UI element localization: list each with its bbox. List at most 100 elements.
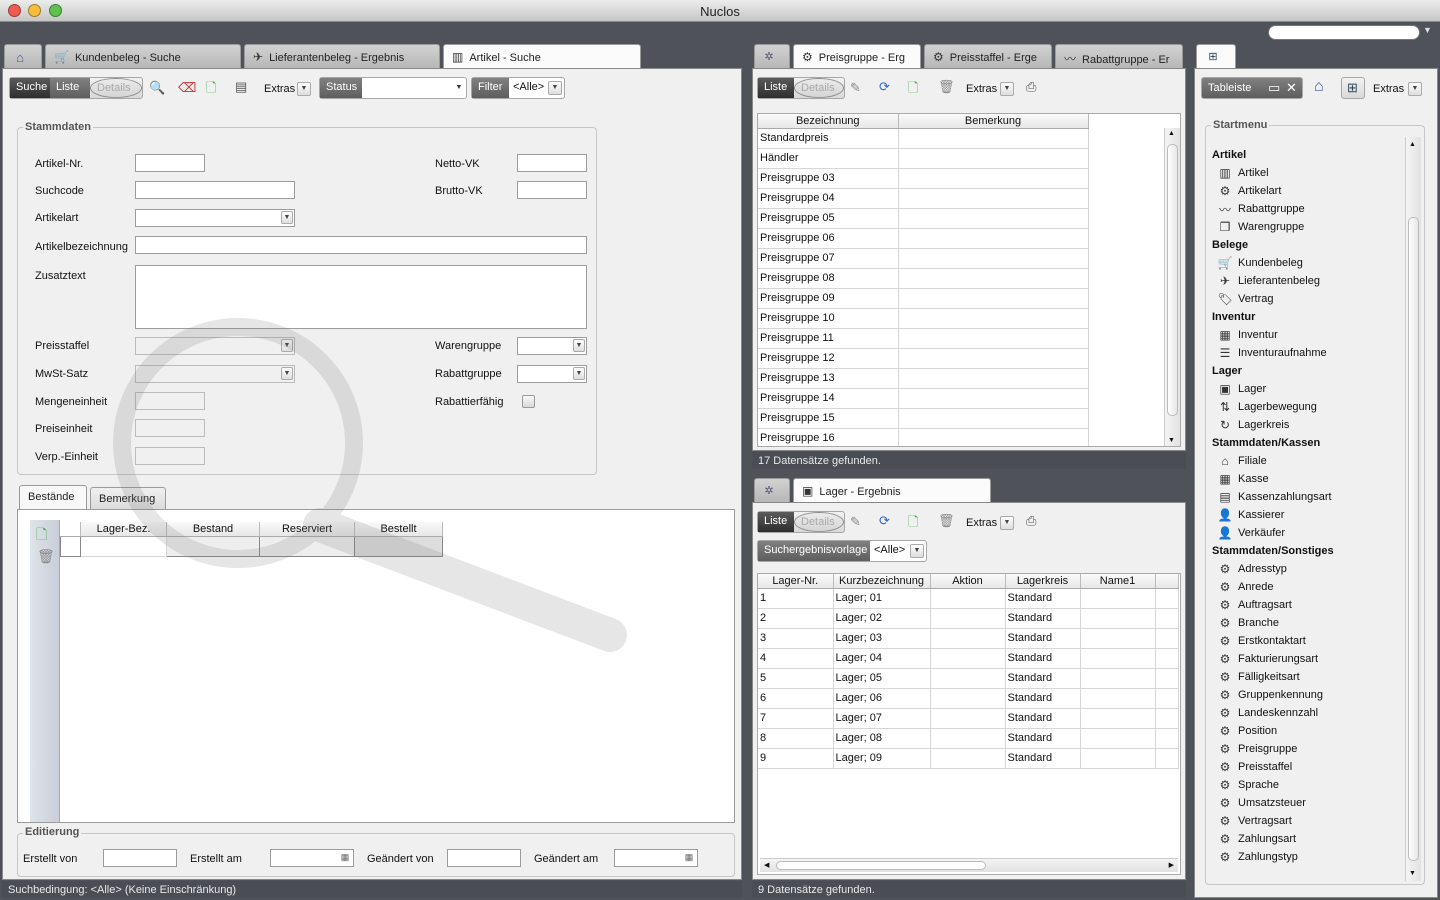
home-icon[interactable]: ⌂	[1314, 78, 1324, 96]
startmenu-group[interactable]: Lager	[1207, 362, 1407, 380]
startmenu-item[interactable]: ⚙ Landeskennzahl	[1207, 704, 1407, 722]
details-button[interactable]: Details	[794, 512, 844, 532]
startmenu-item[interactable]: ⚙ Position	[1207, 722, 1407, 740]
global-search-input[interactable]	[1268, 25, 1420, 40]
liste-button[interactable]: Liste	[758, 512, 794, 532]
table-row[interactable]: 7 Lager; 07 Standard	[758, 708, 1179, 729]
tableiste-toggle[interactable]: Tableiste ▭ ✕	[1201, 77, 1303, 99]
tab-preisgruppe-ergebnis[interactable]: ⚙ Preisgruppe - Erg	[793, 44, 921, 69]
table-row[interactable]: Preisgruppe 08	[758, 268, 1089, 289]
status-combo[interactable]: Status ▼	[319, 77, 467, 99]
scroll-thumb[interactable]	[1408, 217, 1419, 861]
search-icon[interactable]: 🔍	[149, 80, 165, 96]
verp-einheit-field[interactable]	[135, 447, 205, 465]
table-row[interactable]	[60, 535, 443, 557]
startmenu-item[interactable]: ▣ Lager	[1207, 380, 1407, 398]
search-dropdown-icon[interactable]: ▼	[1423, 25, 1432, 35]
tab-rabattgruppe-ergebnis[interactable]: 〰 Rabattgruppe - Er	[1055, 44, 1183, 68]
startmenu-item[interactable]: ⚙ Artikelart	[1207, 182, 1407, 200]
tab-bemerkung[interactable]: Bemerkung	[90, 487, 166, 509]
startmenu-item[interactable]: ⚙ Umsatzsteuer	[1207, 794, 1407, 812]
preisstaffel-combo[interactable]: ▼	[135, 337, 295, 355]
table-row[interactable]: 5 Lager; 05 Standard	[758, 668, 1179, 689]
netto-vk-field[interactable]	[517, 154, 587, 172]
startmenu-item[interactable]: ⌂ Filiale	[1207, 452, 1407, 470]
table-row[interactable]: 1 Lager; 01 Standard	[758, 588, 1179, 609]
startmenu-item[interactable]: ⚙ Erstkontaktart	[1207, 632, 1407, 650]
startmenu-item[interactable]: 🛒 Kundenbeleg	[1207, 254, 1407, 272]
artikelart-combo[interactable]: ▼	[135, 209, 295, 227]
scroll-down-icon[interactable]: ▼	[1168, 437, 1175, 444]
new-document-icon[interactable]: 🗋	[908, 79, 918, 101]
notes-icon[interactable]: ▤	[235, 79, 247, 95]
edit-icon[interactable]: ✎	[850, 514, 861, 530]
window-icon[interactable]: ▭	[1268, 80, 1280, 96]
extras-dropdown-icon[interactable]: ▼	[1000, 82, 1014, 96]
warengruppe-combo[interactable]: ▼	[517, 337, 587, 355]
column-header[interactable]: Bestand	[166, 522, 260, 537]
extras-menu[interactable]: Extras	[966, 517, 997, 529]
table-row[interactable]: Preisgruppe 11	[758, 328, 1089, 349]
tab-lieferantenbeleg-ergebnis[interactable]: ✈ Lieferantenbeleg - Ergebnis	[244, 44, 440, 68]
startmenu-item[interactable]: 👤 Verkäufer	[1207, 524, 1407, 542]
new-document-icon[interactable]: 🗋	[908, 513, 918, 535]
refresh-icon[interactable]: ⟳	[879, 513, 890, 529]
startmenu-item[interactable]: ⚙ Preisgruppe	[1207, 740, 1407, 758]
extras-dropdown-icon[interactable]: ▼	[1408, 82, 1422, 96]
scroll-thumb[interactable]	[1167, 144, 1178, 416]
startmenu-group[interactable]: Inventur	[1207, 308, 1407, 326]
table-row[interactable]: Preisgruppe 15	[758, 408, 1089, 429]
table-row[interactable]: Preisgruppe 12	[758, 348, 1089, 369]
startmenu-item[interactable]: ⚙ Anrede	[1207, 578, 1407, 596]
tree-toggle-button[interactable]: ⊞	[1341, 77, 1365, 99]
startmenu-item[interactable]: 👤 Kassierer	[1207, 506, 1407, 524]
column-header[interactable]: Bemerkung	[898, 114, 1089, 129]
startmenu-item[interactable]: ⚙ Zahlungstyp	[1207, 848, 1407, 866]
column-header[interactable]: Bezeichnung	[758, 114, 899, 129]
horizontal-scrollbar[interactable]: ◀ ▶	[760, 858, 1178, 872]
geaendert-von-field[interactable]	[447, 849, 521, 867]
artikel-nr-field[interactable]	[135, 154, 205, 172]
startmenu-group[interactable]: Artikel	[1207, 146, 1407, 164]
column-header[interactable]: Reserviert	[259, 522, 355, 537]
startmenu-group[interactable]: Stammdaten/Sonstiges	[1207, 542, 1407, 560]
calendar-icon[interactable]: ▦	[339, 852, 351, 864]
brutto-vk-field[interactable]	[517, 181, 587, 199]
table-row[interactable]: Preisgruppe 05	[758, 208, 1089, 229]
tab-kundenbeleg-suche[interactable]: 🛒 Kundenbeleg - Suche	[45, 44, 241, 68]
suche-button[interactable]: Suche	[10, 78, 50, 98]
trash-icon[interactable]: 🗑	[37, 548, 55, 565]
printer-icon[interactable]: ⎙	[1026, 513, 1036, 529]
printer-icon[interactable]: ⎙	[1026, 79, 1036, 95]
startmenu-item[interactable]: ▦ Kasse	[1207, 470, 1407, 488]
startmenu-item[interactable]: ⇅ Lagerbewegung	[1207, 398, 1407, 416]
column-header[interactable]: Lagerkreis	[1005, 574, 1081, 589]
scroll-thumb[interactable]	[776, 861, 986, 870]
startmenu-item[interactable]: ↻ Lagerkreis	[1207, 416, 1407, 434]
table-row[interactable]: 6 Lager; 06 Standard	[758, 688, 1179, 709]
erstellt-von-field[interactable]	[103, 849, 177, 867]
details-button[interactable]: Details	[90, 78, 142, 98]
startmenu-item[interactable]: ⚙ Vertragsart	[1207, 812, 1407, 830]
extras-menu[interactable]: Extras	[966, 83, 997, 95]
tab-preisstaffel-ergebnis[interactable]: ⚙ Preisstaffel - Erge	[924, 44, 1052, 68]
extras-menu[interactable]: Extras	[1373, 83, 1404, 95]
home-tab[interactable]: ⌂	[4, 44, 42, 68]
column-header[interactable]: Kurzbezeichnung	[833, 574, 931, 589]
tab-lager-ergebnis[interactable]: ▣ Lager - Ergebnis	[793, 478, 991, 503]
startmenu-item[interactable]: ☰ Inventuraufnahme	[1207, 344, 1407, 362]
suchcode-field[interactable]	[135, 181, 295, 199]
table-row[interactable]: 3 Lager; 03 Standard	[758, 628, 1179, 649]
mengeneinheit-field[interactable]	[135, 392, 205, 410]
scroll-down-icon[interactable]: ▼	[1409, 870, 1416, 877]
table-row[interactable]: Preisgruppe 03	[758, 168, 1089, 189]
erstellt-am-field[interactable]: ▦	[270, 849, 354, 867]
rabattierfaehig-checkbox[interactable]	[522, 395, 535, 408]
startmenu-item[interactable]: ❐ Warengruppe	[1207, 218, 1407, 236]
column-header[interactable]: Lager-Nr.	[758, 574, 834, 589]
startmenu-item[interactable]: ⚙ Auftragsart	[1207, 596, 1407, 614]
startmenu-item[interactable]: 〰 Rabattgruppe	[1207, 200, 1407, 218]
table-row[interactable]: Preisgruppe 09	[758, 288, 1089, 309]
table-row[interactable]: Händler	[758, 148, 1089, 169]
details-button[interactable]: Details	[794, 78, 844, 98]
